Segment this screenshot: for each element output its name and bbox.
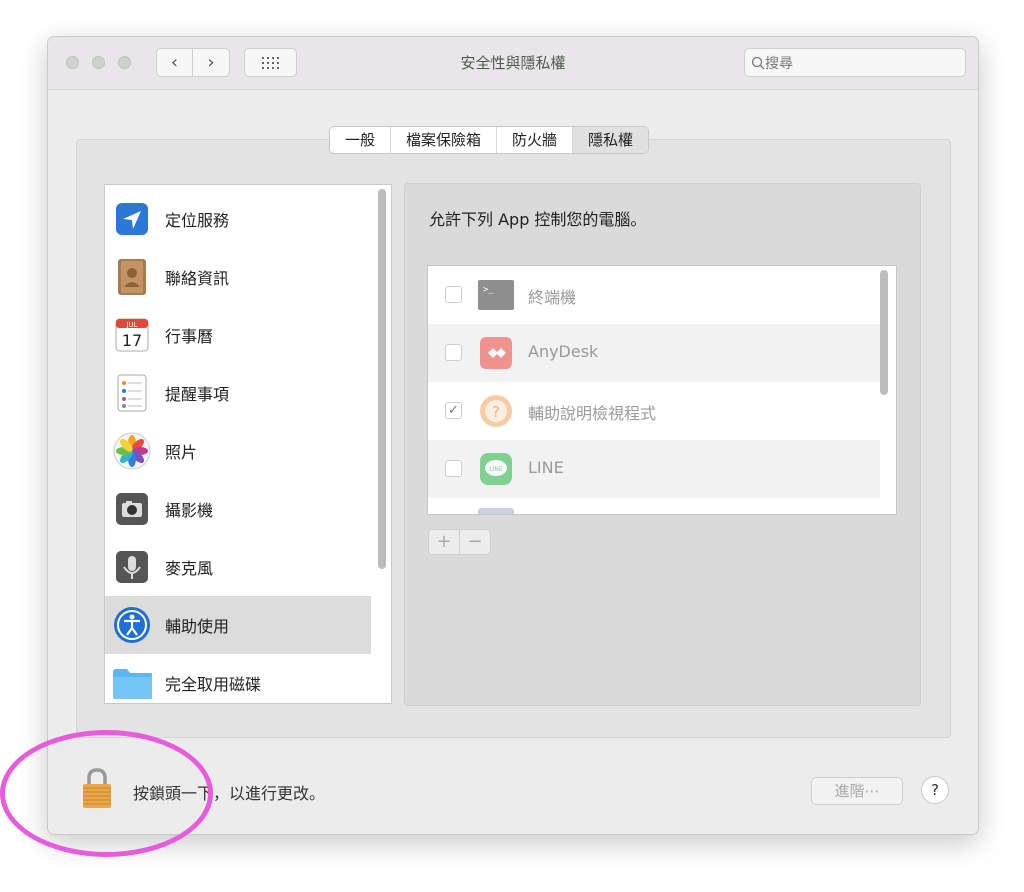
detail-pane: 允許下列 App 控制您的電腦。 >_ 終端機 AnyDesk ✓ ? 輔助說明… bbox=[404, 183, 921, 706]
annotation-circle bbox=[0, 730, 213, 857]
list-item-contacts[interactable]: 聯絡資訊 bbox=[105, 248, 371, 306]
app-row-terminal[interactable]: >_ 終端機 bbox=[428, 266, 880, 324]
line-app-icon: LINE bbox=[478, 452, 514, 486]
reminders-list-icon bbox=[112, 373, 152, 413]
partial-app-icon bbox=[478, 508, 514, 514]
search-placeholder: 搜尋 bbox=[765, 55, 793, 72]
tab-bar: 一般 檔案保險箱 防火牆 隱私權 bbox=[329, 126, 650, 154]
remove-app-button[interactable]: − bbox=[459, 530, 490, 554]
add-remove-bar: + − bbox=[428, 529, 491, 555]
preferences-window: ‹ › 安全性與隱私權 搜尋 一般 檔案保險箱 防火牆 隱私權 定位服務 聯絡資… bbox=[47, 36, 979, 835]
svg-text:JUL: JUL bbox=[125, 321, 137, 329]
app-name: AnyDesk bbox=[528, 342, 599, 361]
folder-icon bbox=[112, 663, 152, 703]
list-item-label: 行事曆 bbox=[165, 327, 214, 346]
list-item-label: 聯絡資訊 bbox=[165, 269, 230, 288]
svg-text:LINE: LINE bbox=[489, 466, 503, 473]
svg-text:?: ? bbox=[492, 403, 500, 421]
list-item-full-disk[interactable]: 完全取用磁碟 bbox=[105, 654, 371, 703]
app-checkbox[interactable] bbox=[445, 344, 462, 361]
app-row-help-viewer[interactable]: ✓ ? 輔助說明檢視程式 bbox=[428, 382, 880, 440]
microphone-icon bbox=[112, 547, 152, 587]
advanced-button[interactable]: 進階⋯ bbox=[811, 777, 903, 805]
svg-text:>_: >_ bbox=[483, 285, 494, 295]
list-item-photos[interactable]: 照片 bbox=[105, 422, 371, 480]
title-bar: ‹ › 安全性與隱私權 搜尋 bbox=[48, 37, 978, 90]
app-name: LINE bbox=[528, 458, 564, 477]
list-item-label: 照片 bbox=[165, 443, 198, 462]
help-button[interactable]: ? bbox=[921, 776, 949, 804]
tab-privacy[interactable]: 隱私權 bbox=[573, 127, 649, 153]
svg-text:17: 17 bbox=[122, 331, 142, 350]
location-arrow-icon bbox=[112, 199, 152, 239]
app-checkbox[interactable] bbox=[445, 460, 462, 477]
calendar-icon: JUL 17 bbox=[112, 315, 152, 355]
app-name: 終端機 bbox=[528, 288, 577, 307]
terminal-icon: >_ bbox=[478, 278, 514, 312]
app-list-scrollbar[interactable] bbox=[880, 270, 888, 395]
list-item-label: 攝影機 bbox=[165, 501, 214, 520]
list-item-label: 提醒事項 bbox=[165, 385, 230, 404]
app-row-anydesk[interactable]: AnyDesk bbox=[428, 324, 880, 382]
search-icon bbox=[751, 56, 765, 69]
list-item-accessibility[interactable]: 輔助使用 bbox=[105, 596, 371, 654]
app-checkbox[interactable] bbox=[445, 286, 462, 303]
list-item-reminders[interactable]: 提醒事項 bbox=[105, 364, 371, 422]
accessibility-icon bbox=[112, 605, 152, 645]
contacts-book-icon bbox=[112, 257, 152, 297]
tab-general[interactable]: 一般 bbox=[330, 127, 392, 153]
list-item-label: 定位服務 bbox=[165, 211, 230, 230]
app-checkbox[interactable]: ✓ bbox=[445, 402, 462, 419]
tab-filevault[interactable]: 檔案保險箱 bbox=[391, 127, 498, 153]
app-row-line[interactable]: LINE LINE bbox=[428, 440, 880, 498]
list-scrollbar[interactable] bbox=[378, 189, 386, 569]
add-app-button[interactable]: + bbox=[429, 530, 459, 554]
help-viewer-icon: ? bbox=[478, 394, 514, 428]
app-list[interactable]: >_ 終端機 AnyDesk ✓ ? 輔助說明檢視程式 LINE LINE bbox=[427, 265, 897, 515]
list-item-calendar[interactable]: JUL 17 行事曆 bbox=[105, 306, 371, 364]
privacy-category-list[interactable]: 定位服務 聯絡資訊 JUL 17 行事曆 提醒事項 照片 攝影機 麥克風 輔助使… bbox=[104, 184, 392, 704]
search-field[interactable]: 搜尋 bbox=[744, 48, 966, 77]
list-item-label: 完全取用磁碟 bbox=[165, 675, 262, 694]
list-item-label: 麥克風 bbox=[165, 559, 214, 578]
list-item-microphone[interactable]: 麥克風 bbox=[105, 538, 371, 596]
list-item-label: 輔助使用 bbox=[165, 617, 230, 636]
list-item-location[interactable]: 定位服務 bbox=[105, 190, 371, 248]
photos-flower-icon bbox=[112, 431, 152, 471]
app-row-partial bbox=[428, 498, 880, 514]
detail-heading: 允許下列 App 控制您的電腦。 bbox=[429, 210, 647, 229]
camera-icon bbox=[112, 489, 152, 529]
tab-firewall[interactable]: 防火牆 bbox=[497, 127, 574, 153]
app-name: 輔助說明檢視程式 bbox=[528, 404, 657, 423]
list-item-camera[interactable]: 攝影機 bbox=[105, 480, 371, 538]
anydesk-icon bbox=[478, 336, 514, 370]
